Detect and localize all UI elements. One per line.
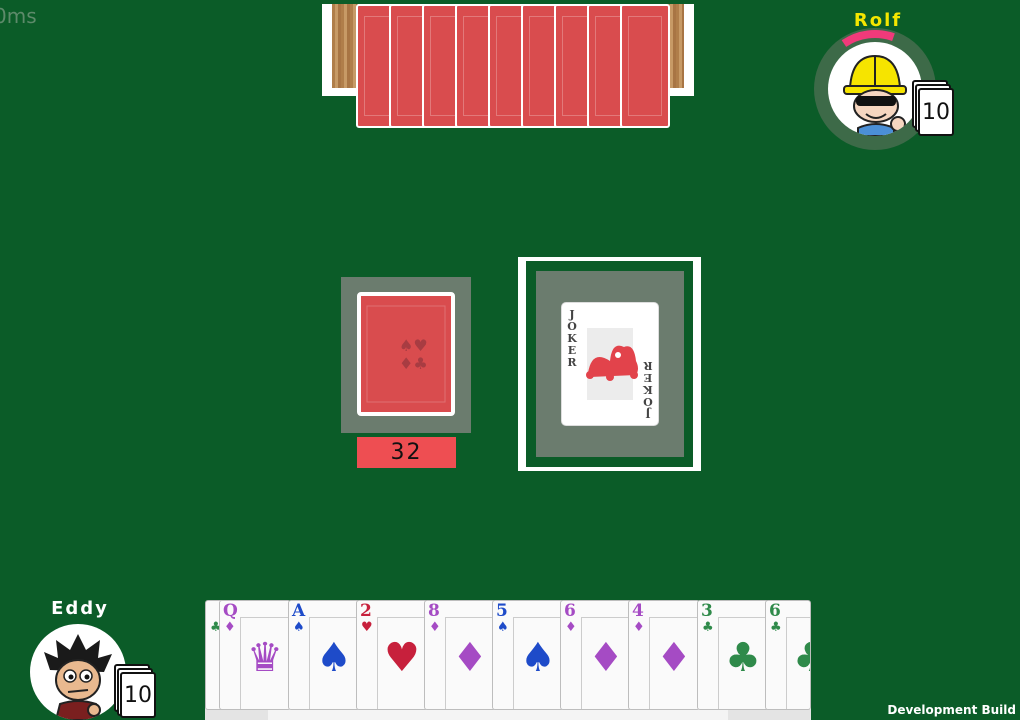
- card-back-suits-icon: ♠♥ ♦♣: [366, 305, 446, 403]
- svg-text:♠♥: ♠♥: [399, 336, 428, 355]
- card-rank: Q: [223, 601, 238, 621]
- opponent-card-count: 10: [918, 88, 954, 136]
- construction-worker-avatar-icon: [843, 54, 907, 136]
- opponent-avatar[interactable]: [828, 42, 922, 136]
- player-avatar[interactable]: [30, 624, 126, 720]
- diamonds-icon: ♦: [633, 620, 645, 635]
- deck-remaining-count: 32: [357, 437, 456, 468]
- card-face: ♥: [377, 617, 427, 709]
- draw-pile[interactable]: ♠♥ ♦♣: [341, 277, 471, 433]
- card-face: ♦: [649, 617, 699, 709]
- hand-card[interactable]: 8 ♦ ♦: [424, 600, 496, 710]
- diamonds-icon: ♦: [224, 620, 236, 635]
- card-face: ♦: [581, 617, 631, 709]
- latency-readout: 0ms: [0, 4, 37, 28]
- card-rank: 2: [360, 601, 372, 621]
- spades-icon: ♠: [293, 620, 305, 635]
- clubs-icon: ♣: [770, 620, 782, 635]
- card-rank: 5: [496, 601, 508, 621]
- hand-card[interactable]: A ♠ ♠: [288, 600, 360, 710]
- svg-text:♦♣: ♦♣: [399, 354, 428, 373]
- spiky-hair-kid-avatar-icon: [44, 634, 112, 720]
- spades-icon: ♠: [497, 620, 509, 635]
- clubs-pip-icon: ♣: [725, 635, 761, 681]
- card-face: ♣: [718, 617, 768, 709]
- discard-top-card[interactable]: JOKER JOKER: [561, 302, 659, 426]
- opponent-card-back: [620, 4, 670, 128]
- player-name: Eddy: [51, 598, 109, 619]
- tray-wood-left: [332, 4, 358, 88]
- card-face: ♦: [445, 617, 495, 709]
- hearts-icon: ♥: [361, 620, 373, 635]
- hearts-pip-icon: ♥: [384, 635, 420, 681]
- card-rank: 6: [564, 601, 576, 621]
- diamonds-pip-icon: ♦: [452, 635, 488, 681]
- diamonds-icon: ♦: [565, 620, 577, 635]
- queen-figure-icon: ♛: [247, 635, 283, 681]
- card-rank: 4: [632, 601, 644, 621]
- clubs-icon: ♣: [702, 620, 714, 635]
- player-card-count: 10: [120, 672, 156, 718]
- hand-card[interactable]: 5 ♠ ♠: [492, 600, 564, 710]
- hand-card[interactable]: 3 ♣ ♣: [697, 600, 769, 710]
- card-rank: 8: [428, 601, 440, 621]
- hand-card[interactable]: 2 ♥ ♥: [356, 600, 428, 710]
- clubs-pip-icon: ♣: [793, 638, 810, 678]
- card-rank: 3: [701, 601, 713, 621]
- diamonds-pip-icon: ♦: [656, 635, 692, 681]
- hand-card[interactable]: 6 ♦ ♦: [560, 600, 632, 710]
- card-rank: A: [292, 601, 306, 621]
- card-face: ♠: [513, 617, 563, 709]
- card-rank: 6: [769, 601, 781, 621]
- diamonds-icon: ♦: [429, 620, 441, 635]
- spades-pip-icon: ♠: [316, 635, 352, 681]
- draw-pile-card[interactable]: ♠♥ ♦♣: [357, 292, 455, 416]
- development-build-label: Development Build: [887, 703, 1016, 717]
- diamonds-pip-icon: ♦: [588, 635, 624, 681]
- card-face: ♣: [786, 617, 810, 709]
- card-face: ♛: [240, 617, 290, 709]
- hand-card[interactable]: Q ♦ ♛: [219, 600, 291, 710]
- card-face: ♠: [309, 617, 359, 709]
- hand-card[interactable]: 6♣♣: [765, 600, 811, 710]
- hand-card[interactable]: 4 ♦ ♦: [628, 600, 700, 710]
- spades-pip-icon: ♠: [520, 635, 556, 681]
- jester-hat-icon: [586, 328, 638, 400]
